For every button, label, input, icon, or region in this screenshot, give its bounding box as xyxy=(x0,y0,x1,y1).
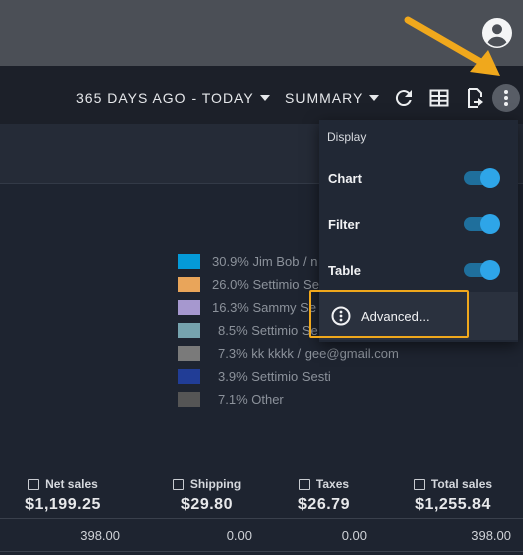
legend-swatch xyxy=(178,276,200,292)
date-range-label: 365 DAYS AGO - TODAY xyxy=(76,90,254,106)
divider xyxy=(0,551,523,552)
menu-item-label: Chart xyxy=(328,171,362,186)
net-sales-checkbox[interactable] xyxy=(28,478,40,490)
divider xyxy=(0,518,523,519)
top-app-bar xyxy=(0,0,523,66)
total-label: Shipping xyxy=(189,477,242,491)
menu-item-filter[interactable]: Filter xyxy=(319,204,518,248)
toggle-knob xyxy=(480,168,500,188)
legend-label: 26.0% Settimio Sest xyxy=(212,276,330,292)
total-shipping: Shipping $29.80 xyxy=(165,476,249,514)
legend-label: 8.5% Settimio Se xyxy=(218,322,318,338)
legend-swatch xyxy=(178,322,200,338)
total-label: Net sales xyxy=(45,477,98,491)
legend-swatch xyxy=(178,368,200,384)
view-dropdown[interactable]: SUMMARY xyxy=(285,89,380,107)
date-range-dropdown[interactable]: 365 DAYS AGO - TODAY xyxy=(76,89,270,107)
legend-swatch xyxy=(178,299,200,315)
legend-label: 30.9% Jim Bob / n xyxy=(212,253,318,269)
legend-item: 3.9% Settimio Sesti xyxy=(178,367,438,385)
total-label: Total sales xyxy=(430,477,493,491)
legend-swatch xyxy=(178,253,200,269)
total-value: $29.80 xyxy=(181,496,233,513)
chart-toggle[interactable] xyxy=(464,168,500,188)
legend-label: 3.9% Settimio Sesti xyxy=(218,368,331,384)
total-sales-checkbox[interactable] xyxy=(413,478,425,490)
more-options-button[interactable] xyxy=(492,84,520,112)
view-label: SUMMARY xyxy=(285,90,364,106)
menu-item-chart[interactable]: Chart xyxy=(319,158,518,202)
legend-item: 7.1% Other xyxy=(178,390,438,408)
total-net-sales: Net sales $1,199.25 xyxy=(22,476,104,514)
shipping-checkbox[interactable] xyxy=(172,478,184,490)
legend-swatch xyxy=(178,345,200,361)
table-cell: 398.00 xyxy=(471,528,511,543)
caret-down-icon xyxy=(259,95,270,101)
more-horiz-circle-icon xyxy=(331,306,351,326)
advanced-label: Advanced... xyxy=(361,309,430,324)
filter-toggle[interactable] xyxy=(464,214,500,234)
table-icon[interactable] xyxy=(427,86,451,110)
caret-down-icon xyxy=(369,95,380,101)
legend-label: 16.3% Sammy Se xyxy=(212,299,317,315)
menu-header: Display xyxy=(327,130,367,144)
refresh-icon[interactable] xyxy=(392,86,416,110)
table-cell: 0.00 xyxy=(226,528,252,543)
total-label: Taxes xyxy=(315,477,350,491)
export-file-icon[interactable] xyxy=(463,86,487,110)
more-vert-icon xyxy=(504,90,508,106)
menu-item-label: Filter xyxy=(328,217,360,232)
menu-item-label: Table xyxy=(328,263,361,278)
table-toggle[interactable] xyxy=(464,260,500,280)
toggle-knob xyxy=(480,214,500,234)
menu-item-advanced[interactable]: Advanced... xyxy=(319,292,518,340)
total-total-sales: Total sales $1,255.84 xyxy=(410,476,496,514)
menu-item-table[interactable]: Table xyxy=(319,250,518,294)
taxes-checkbox[interactable] xyxy=(298,478,310,490)
account-circle-icon[interactable] xyxy=(482,18,512,48)
total-taxes: Taxes $26.79 xyxy=(291,476,357,514)
table-cell: 0.00 xyxy=(341,528,367,543)
legend-swatch xyxy=(178,391,200,407)
legend-label: 7.1% Other xyxy=(218,391,284,407)
total-value: $1,199.25 xyxy=(25,496,101,513)
total-value: $26.79 xyxy=(298,496,350,513)
legend-item: 7.3% kk kkkk / gee@gmail.com xyxy=(178,344,438,362)
display-menu: Display Chart Filter Table Advanced... xyxy=(319,120,518,342)
table-cell: 398.00 xyxy=(80,528,120,543)
legend-label: 7.3% kk kkkk / gee@gmail.com xyxy=(218,345,399,361)
toggle-knob xyxy=(480,260,500,280)
total-value: $1,255.84 xyxy=(415,496,491,513)
